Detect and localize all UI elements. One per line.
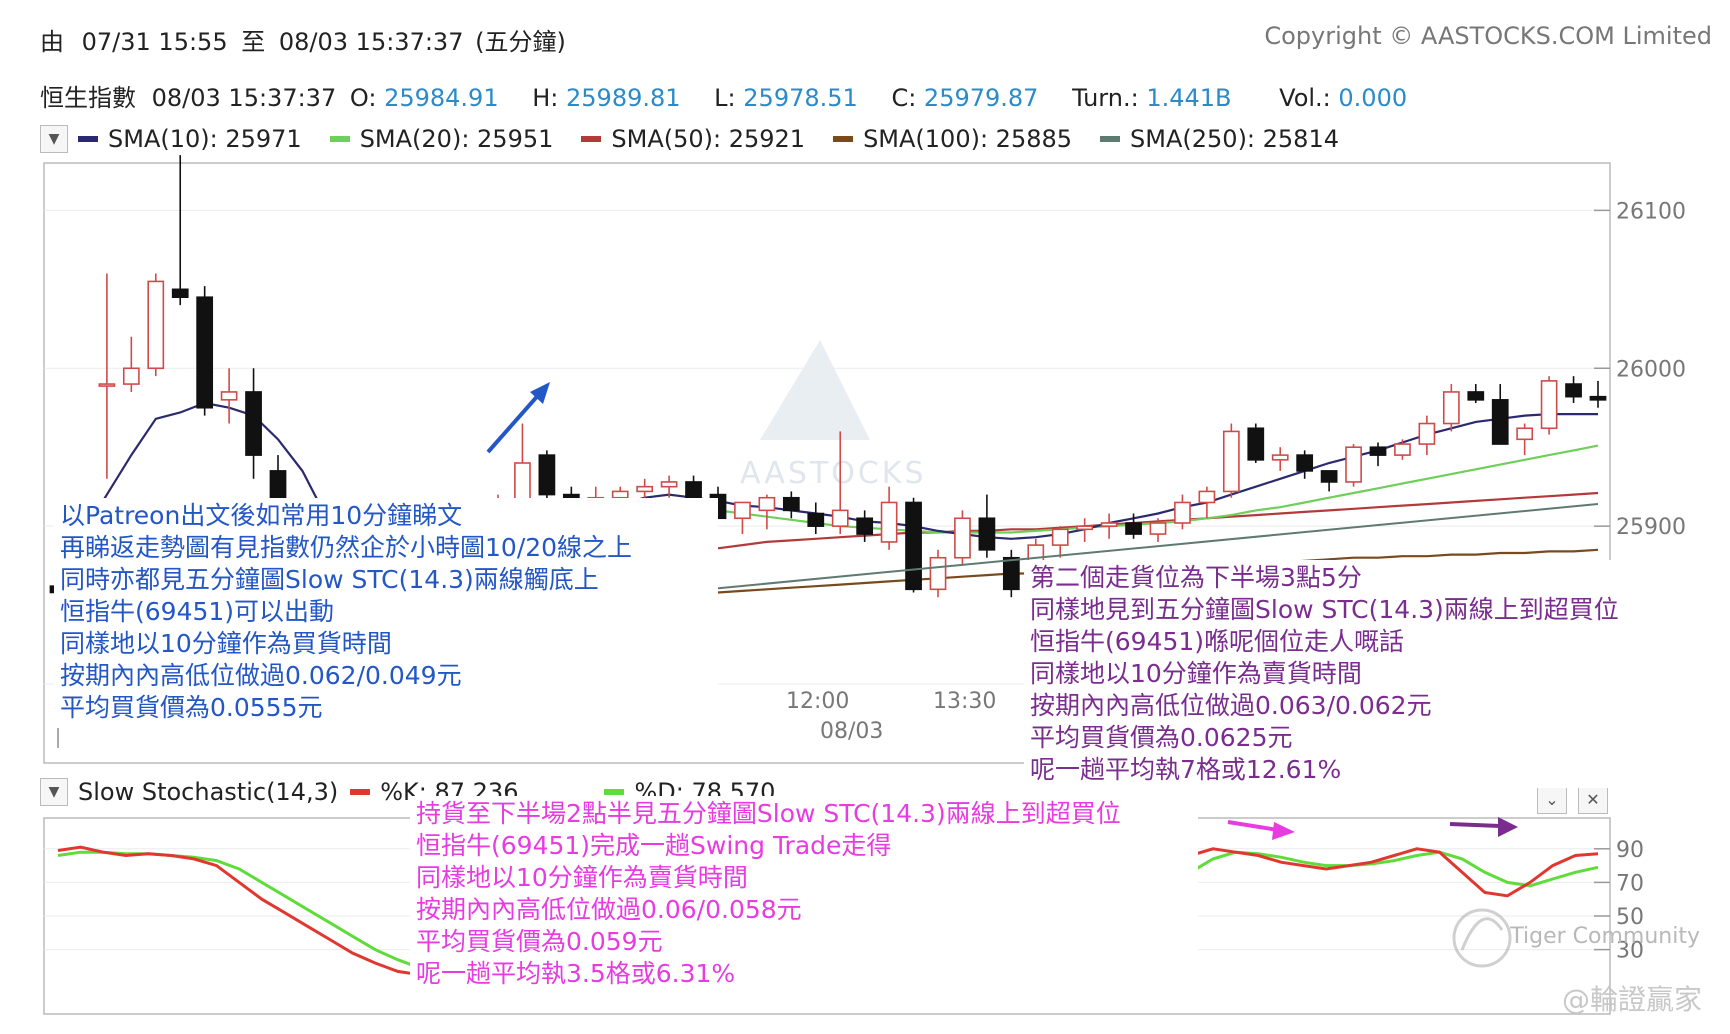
candle-body	[1394, 443, 1411, 456]
candle-body	[1076, 525, 1094, 531]
candle-body	[1198, 490, 1216, 504]
candle-body	[1247, 427, 1265, 461]
candle-body	[1125, 522, 1142, 535]
candle-body	[636, 485, 654, 493]
candle	[1442, 384, 1460, 432]
candle	[1540, 376, 1558, 435]
candle-body	[1589, 395, 1607, 401]
candle	[1345, 444, 1362, 487]
candle-body	[147, 280, 165, 370]
candle	[1247, 423, 1265, 463]
candle	[905, 497, 922, 593]
candle-body	[1002, 556, 1020, 591]
candle-body	[220, 391, 238, 401]
candle-body	[1174, 501, 1191, 524]
close-icon: ✕	[1586, 789, 1600, 809]
candle	[954, 510, 971, 566]
candle-body	[1345, 446, 1362, 483]
candle	[929, 549, 947, 598]
chevron-down-icon: ⌄	[1545, 789, 1559, 809]
k-swatch	[350, 789, 371, 795]
candle-body	[1271, 454, 1289, 461]
candle-body	[611, 490, 629, 499]
y-tick-label: 26100	[1616, 199, 1686, 224]
author-credit: @輪證贏家	[1561, 983, 1702, 1016]
candle-body	[1565, 383, 1582, 398]
candle-body	[538, 454, 556, 496]
candle-body	[734, 501, 751, 520]
candle-body	[978, 517, 996, 551]
candle-body	[905, 501, 922, 591]
caret-down-icon: ▼	[48, 784, 60, 800]
candle-body	[880, 501, 898, 543]
candle	[538, 450, 556, 503]
y-tick-label: 25900	[1616, 515, 1686, 540]
candle-body	[929, 556, 947, 591]
d-swatch	[604, 789, 625, 795]
stoch-title: Slow Stochastic(14,3)	[78, 778, 339, 806]
candle-body	[831, 509, 849, 527]
stoch-tick-label: 90	[1616, 838, 1644, 863]
candle-body	[758, 496, 776, 512]
candle-body	[1149, 522, 1167, 535]
close-pane-button[interactable]: ✕	[1578, 784, 1608, 814]
sell2-note: 第二個走貨位為下半場3點5分 同樣地見到五分鐘圖Slow STC(14.3)兩線…	[1024, 560, 1692, 788]
candle-body	[660, 481, 678, 488]
candle-body	[122, 367, 140, 385]
stoch-menu-dropdown[interactable]: ▼	[40, 778, 68, 806]
candle-body	[1516, 427, 1534, 441]
candle	[196, 286, 214, 416]
watermark: AASTOCKS	[740, 456, 927, 491]
x-label-1200: 12:00	[786, 689, 849, 714]
candle-body	[782, 496, 800, 512]
candle-body	[245, 391, 262, 456]
candle-body	[1296, 454, 1314, 472]
candle-body	[171, 288, 189, 299]
candle-body	[514, 462, 531, 504]
candle-body	[1320, 470, 1338, 483]
candle-body	[196, 296, 214, 409]
candle-body	[807, 512, 825, 527]
stoch-tick-label: 70	[1616, 871, 1644, 896]
candle-body	[1369, 446, 1387, 456]
x-label-date: 08/03	[820, 719, 883, 744]
candle-body	[1222, 430, 1240, 493]
sell1-note: 持貨至下半場2點半見五分鐘圖Slow STC(14.3)兩線上到超買位 恒指牛(…	[410, 796, 1198, 992]
y-tick-label: 26000	[1616, 357, 1686, 382]
x-label-1330: 13:30	[933, 689, 996, 714]
candle-body	[1491, 399, 1509, 445]
candle-body	[954, 517, 971, 559]
candle	[147, 273, 165, 377]
candle-body	[1442, 391, 1460, 425]
candle-body	[1100, 522, 1118, 527]
candle-body	[1051, 528, 1069, 546]
candle-body	[1418, 422, 1436, 445]
collapse-button[interactable]: ⌄	[1537, 784, 1567, 814]
tiger-community-credit: Tiger Community	[1510, 924, 1700, 949]
buy-note: 以Patreon出文後如常用10分鐘睇文 再睇返走勢圖有見指數仍然企於小時圖10…	[54, 498, 718, 726]
candle-body	[856, 517, 874, 535]
candle-body	[685, 481, 702, 499]
candle-body	[1540, 380, 1558, 430]
candle	[1002, 549, 1020, 598]
candle-body	[98, 383, 116, 387]
candle	[1222, 423, 1240, 498]
candle-body	[1467, 391, 1485, 401]
